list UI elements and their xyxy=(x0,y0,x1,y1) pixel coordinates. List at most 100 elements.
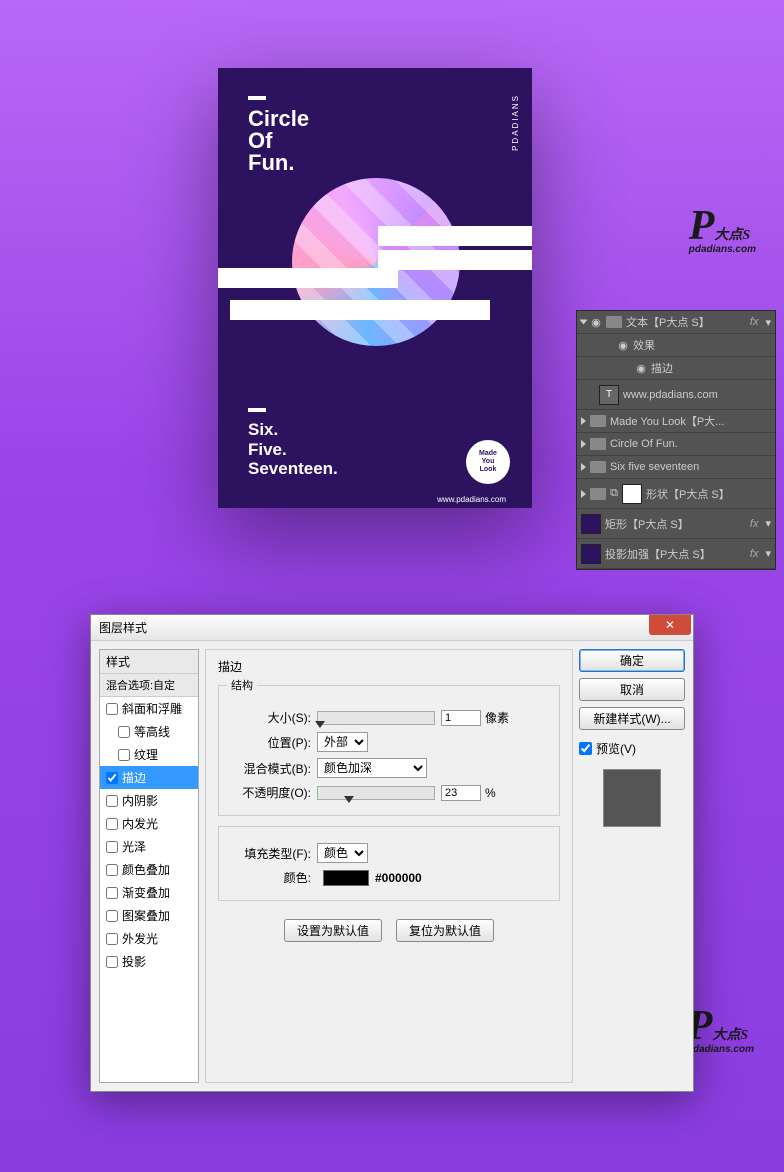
style-item[interactable]: 斜面和浮雕 xyxy=(100,697,198,720)
style-checkbox[interactable] xyxy=(106,910,118,922)
layer-thumb[interactable] xyxy=(581,514,601,534)
text-layer-icon: T xyxy=(599,385,619,405)
style-item[interactable]: 图案叠加 xyxy=(100,904,198,927)
poster-title: Circle Of Fun. xyxy=(248,96,309,174)
set-default-button[interactable]: 设置为默认值 xyxy=(284,919,382,942)
disclosure-icon[interactable] xyxy=(580,320,588,325)
layer-row[interactable]: 矩形【P大点 S】 fx▾ xyxy=(577,509,775,539)
style-item[interactable]: 外发光 xyxy=(100,927,198,950)
white-bar xyxy=(230,300,490,320)
blend-mode-select[interactable]: 颜色加深 xyxy=(317,758,427,778)
layer-row[interactable]: Made You Look【P大... xyxy=(577,410,775,433)
style-checkbox[interactable] xyxy=(106,703,118,715)
style-item-label: 描边 xyxy=(122,769,146,786)
style-checkbox[interactable] xyxy=(106,864,118,876)
style-item[interactable]: 投影 xyxy=(100,950,198,973)
visibility-icon[interactable]: ◉ xyxy=(617,339,629,352)
disclosure-icon[interactable] xyxy=(581,463,586,471)
watermark: P大点S pdadians.com xyxy=(687,1010,754,1055)
folder-icon xyxy=(590,415,606,427)
layer-row[interactable]: 投影加强【P大点 S】 fx▾ xyxy=(577,539,775,569)
style-item-label: 内发光 xyxy=(122,815,158,832)
style-item[interactable]: 颜色叠加 xyxy=(100,858,198,881)
dash-icon xyxy=(248,96,266,100)
style-item[interactable]: 描边 xyxy=(100,766,198,789)
visibility-icon[interactable]: ◉ xyxy=(635,362,647,375)
folder-icon xyxy=(606,316,622,328)
folder-icon xyxy=(590,461,606,473)
preview-checkbox[interactable]: 预览(V) xyxy=(579,740,685,757)
fx-badge[interactable]: fx xyxy=(750,548,759,560)
style-checkbox[interactable] xyxy=(106,795,118,807)
size-label: 大小(S): xyxy=(227,709,311,726)
fx-badge[interactable]: fx xyxy=(750,316,759,328)
layer-row[interactable]: Six five seventeen xyxy=(577,456,775,479)
color-swatch[interactable] xyxy=(323,870,369,886)
layer-row[interactable]: ◉ 效果 xyxy=(577,334,775,357)
style-item-label: 纹理 xyxy=(134,746,158,763)
style-checkbox[interactable] xyxy=(118,749,130,761)
disclosure-icon[interactable] xyxy=(581,490,586,498)
layer-row[interactable]: ◉ 文本【P大点 S】 fx▾ xyxy=(577,311,775,334)
dialog-buttons: 确定 取消 新建样式(W)... 预览(V) xyxy=(579,649,685,1083)
style-list-header: 样式 xyxy=(100,650,198,674)
mask-thumb[interactable] xyxy=(622,484,642,504)
opacity-slider[interactable] xyxy=(317,786,435,800)
layer-row[interactable]: ◉ 描边 xyxy=(577,357,775,380)
layer-style-dialog: 图层样式 ✕ 样式 混合选项:自定 斜面和浮雕等高线纹理描边内阴影内发光光泽颜色… xyxy=(90,614,694,1092)
style-item-label: 等高线 xyxy=(134,723,170,740)
style-item[interactable]: 纹理 xyxy=(100,743,198,766)
style-checkbox[interactable] xyxy=(106,956,118,968)
poster-preview: PDADIANS Circle Of Fun. Six. Five. Seven… xyxy=(218,68,532,508)
panel-heading: 描边 xyxy=(218,658,560,675)
dialog-titlebar[interactable]: 图层样式 ✕ xyxy=(91,615,693,641)
poster-sidebadge: PDADIANS xyxy=(511,94,520,151)
color-label: 颜色: xyxy=(227,869,311,886)
fill-type-select[interactable]: 颜色 xyxy=(317,843,368,863)
size-input[interactable] xyxy=(441,710,481,726)
style-item[interactable]: 光泽 xyxy=(100,835,198,858)
style-checkbox[interactable] xyxy=(106,818,118,830)
layer-row[interactable]: T www.pdadians.com xyxy=(577,380,775,410)
folder-icon xyxy=(590,488,606,500)
fill-type-label: 填充类型(F): xyxy=(227,845,311,862)
style-checkbox[interactable] xyxy=(106,772,118,784)
white-bar xyxy=(378,226,532,246)
poster-canvas: PDADIANS Circle Of Fun. Six. Five. Seven… xyxy=(218,68,532,508)
new-style-button[interactable]: 新建样式(W)... xyxy=(579,707,685,730)
style-item[interactable]: 内发光 xyxy=(100,812,198,835)
layer-row[interactable]: Circle Of Fun. xyxy=(577,433,775,456)
style-item-label: 外发光 xyxy=(122,930,158,947)
layer-row[interactable]: ⧉ 形状【P大点 S】 xyxy=(577,479,775,509)
link-icon[interactable]: ⧉ xyxy=(610,487,618,500)
white-bar xyxy=(378,250,532,270)
layer-thumb[interactable] xyxy=(581,544,601,564)
fx-badge[interactable]: fx xyxy=(750,518,759,530)
reset-default-button[interactable]: 复位为默认值 xyxy=(396,919,494,942)
dash-icon xyxy=(248,408,266,412)
structure-group: 结构 大小(S): 像素 位置(P): 外部 混合模式(B): 颜色加深 不透明… xyxy=(218,677,560,816)
style-item[interactable]: 渐变叠加 xyxy=(100,881,198,904)
close-button[interactable]: ✕ xyxy=(649,615,691,635)
style-checkbox[interactable] xyxy=(106,933,118,945)
style-item[interactable]: 内阴影 xyxy=(100,789,198,812)
fill-group: 填充类型(F): 颜色 颜色: #000000 xyxy=(218,826,560,901)
style-checkbox[interactable] xyxy=(106,841,118,853)
white-bar xyxy=(218,268,398,288)
style-checkbox[interactable] xyxy=(106,887,118,899)
position-select[interactable]: 外部 xyxy=(317,732,368,752)
poster-subtitle: Six. Five. Seventeen. xyxy=(248,408,338,479)
disclosure-icon[interactable] xyxy=(581,417,586,425)
disclosure-icon[interactable] xyxy=(581,440,586,448)
poster-badge: Made You Look xyxy=(466,440,510,484)
visibility-icon[interactable]: ◉ xyxy=(590,316,602,329)
cancel-button[interactable]: 取消 xyxy=(579,678,685,701)
style-list: 样式 混合选项:自定 斜面和浮雕等高线纹理描边内阴影内发光光泽颜色叠加渐变叠加图… xyxy=(99,649,199,1083)
style-item[interactable]: 等高线 xyxy=(100,720,198,743)
blend-options-item[interactable]: 混合选项:自定 xyxy=(100,674,198,697)
poster-site-url: www.pdadians.com xyxy=(437,495,506,504)
ok-button[interactable]: 确定 xyxy=(579,649,685,672)
size-slider[interactable] xyxy=(317,711,435,725)
style-checkbox[interactable] xyxy=(118,726,130,738)
opacity-input[interactable] xyxy=(441,785,481,801)
